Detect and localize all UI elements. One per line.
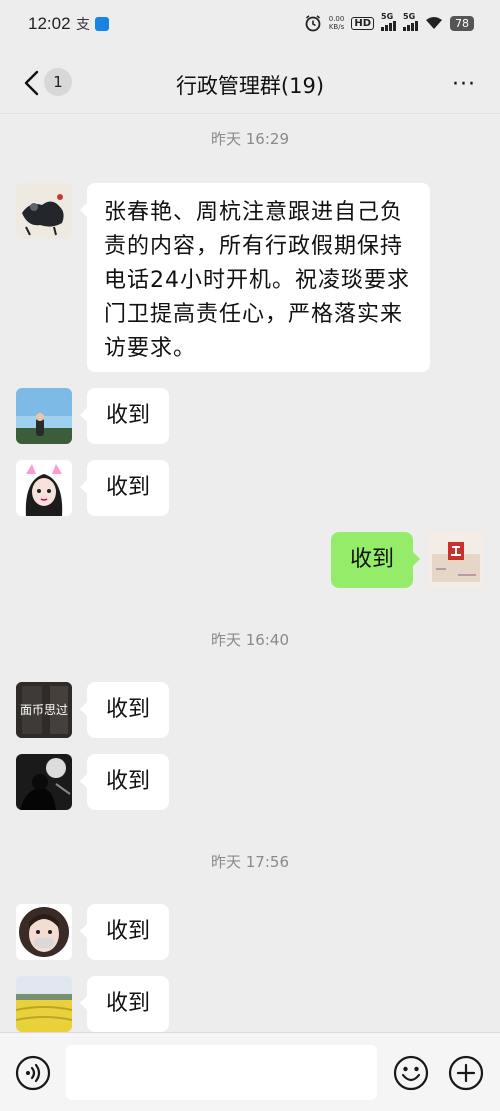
voice-icon[interactable] bbox=[15, 1055, 51, 1091]
status-time: 12:02 bbox=[28, 14, 71, 33]
chat-header: 行政管理群(19) 1 ··· bbox=[0, 52, 500, 114]
message-bubble[interactable]: 收到 bbox=[80, 682, 169, 738]
wifi-icon bbox=[426, 17, 442, 29]
unread-count-badge[interactable]: 1 bbox=[44, 68, 72, 96]
avatar[interactable] bbox=[16, 388, 72, 444]
back-arrow-icon[interactable] bbox=[20, 69, 44, 97]
alipay-notification-icon: 支 bbox=[76, 17, 90, 33]
app-notification-icon bbox=[95, 17, 109, 31]
my-avatar[interactable] bbox=[428, 532, 484, 588]
net-speed: 0.00 KB/s bbox=[328, 15, 345, 31]
avatar-caption: 面币思过 bbox=[19, 703, 68, 717]
timestamp: 昨天 16:40 bbox=[211, 631, 289, 649]
more-options-button[interactable]: ··· bbox=[452, 72, 476, 97]
timestamp: 昨天 16:29 bbox=[211, 130, 289, 148]
message-bubble[interactable]: 收到 bbox=[80, 754, 169, 810]
signal-sim1-icon: 5G bbox=[381, 12, 396, 31]
signal-sim2-icon: 5G bbox=[403, 12, 418, 31]
battery-icon: 78 bbox=[450, 15, 474, 31]
alarm-icon bbox=[305, 15, 321, 32]
avatar[interactable]: 面币思过 bbox=[16, 682, 72, 738]
message-bubble[interactable]: 收到 bbox=[80, 388, 169, 444]
my-message-bubble[interactable]: 收到 bbox=[331, 532, 420, 588]
status-bar: 12:02 支 0.00 KB/s HD 5G 5G 78 bbox=[0, 0, 500, 52]
avatar[interactable] bbox=[16, 460, 72, 516]
plus-icon[interactable] bbox=[448, 1055, 484, 1091]
avatar[interactable] bbox=[16, 976, 72, 1032]
message-bubble[interactable]: 收到 bbox=[80, 904, 169, 960]
message-bubble[interactable]: 张春艳、周杭注意跟进自己负责的内容，所有行政假期保持电话24小时开机。祝凌琰要求… bbox=[80, 183, 430, 372]
message-bubble[interactable]: 收到 bbox=[80, 460, 169, 516]
timestamp: 昨天 17:56 bbox=[211, 853, 289, 871]
avatar[interactable] bbox=[16, 754, 72, 810]
emoji-icon[interactable] bbox=[393, 1055, 429, 1091]
input-bar bbox=[0, 1032, 500, 1111]
hd-voice-icon: HD bbox=[351, 16, 374, 30]
avatar[interactable] bbox=[16, 183, 72, 239]
message-bubble[interactable]: 收到 bbox=[80, 976, 169, 1032]
message-input[interactable] bbox=[66, 1045, 377, 1100]
chat-title: 行政管理群(19) bbox=[175, 74, 325, 98]
avatar[interactable] bbox=[16, 904, 72, 960]
